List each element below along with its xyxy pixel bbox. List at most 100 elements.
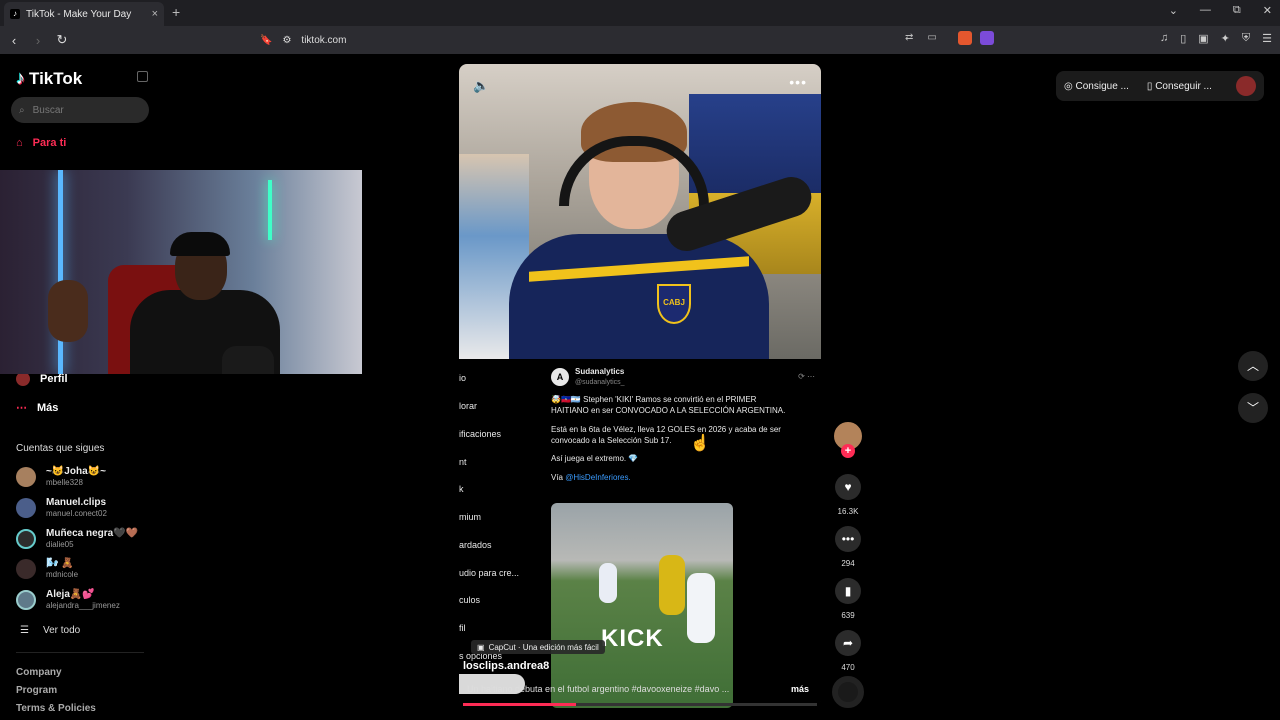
tiktok-logo[interactable]: ♪ TikTok — [16, 68, 82, 89]
tweet-paragraph: Así juega el extremo. 💎 — [551, 454, 639, 464]
music-disc-icon[interactable] — [832, 676, 864, 708]
like-count: 16.3K — [837, 507, 859, 516]
footer-company-link[interactable]: Company — [16, 667, 62, 678]
bookmark-icon: ▮ — [844, 584, 852, 598]
search-input[interactable]: ⌕ Buscar — [11, 97, 149, 123]
following-item[interactable]: ~😺Joha😺~ mbelle328 — [16, 467, 106, 487]
following-name: 🌬️ 🧸 — [46, 558, 74, 569]
address-bar[interactable]: 🔖 ⚙ tiktok.com — [256, 29, 1000, 51]
chevron-up-icon: ︿ — [1246, 359, 1259, 373]
avatar — [16, 590, 36, 610]
tweet-author-handle: @sudanalytics_ — [575, 378, 625, 386]
forward-button[interactable]: › — [28, 33, 48, 48]
video-progress-bar[interactable] — [463, 703, 817, 706]
new-tab-button[interactable]: + — [172, 4, 180, 20]
nav-for-you[interactable]: ⌂ Para ti — [16, 137, 66, 149]
video-player[interactable]: CABJ 🔈 ••• io lorar ificaciones nt k miu… — [459, 64, 821, 708]
following-name: Aleja🧸💕 — [46, 589, 95, 600]
get-app-button[interactable]: ▯ Conseguir ... — [1147, 81, 1212, 92]
menu-icon[interactable]: ☰ — [1262, 32, 1272, 45]
sidebar-toggle-icon[interactable]: ▯ — [1180, 32, 1186, 45]
footer-terms-link[interactable]: Terms & Policies — [16, 703, 96, 714]
chevron-down-icon: ﹀ — [1246, 401, 1259, 415]
footer-program-link[interactable]: Program — [16, 685, 57, 696]
brave-shield-icon[interactable] — [958, 31, 972, 45]
get-coins-label: Consigue ... — [1075, 80, 1129, 92]
nav-more[interactable]: ⋯ Más — [16, 401, 58, 415]
bookmark-icon[interactable]: 🔖 — [260, 35, 272, 46]
menu-fragment: nt — [459, 457, 467, 467]
browser-tab[interactable]: ♪ TikTok - Make Your Day × — [4, 2, 164, 26]
caption-more-button[interactable]: más — [791, 684, 809, 694]
tweet-via-link: @HisDeInferiores. — [565, 473, 631, 483]
previous-video-button[interactable]: ︿ — [1238, 351, 1268, 381]
vpn-icon[interactable]: ⛨ — [1242, 32, 1250, 45]
get-coins-button[interactable]: ◎ Consigue ... — [1064, 81, 1129, 92]
url-text: tiktok.com — [301, 34, 347, 46]
follow-plus-icon[interactable]: + — [841, 444, 855, 458]
video-author[interactable]: losclips.andrea8 — [463, 660, 549, 672]
user-avatar[interactable] — [1236, 76, 1256, 96]
logo-text: TikTok — [29, 68, 83, 88]
nav-for-you-label: Para ti — [32, 137, 67, 149]
following-handle: mdnicole — [46, 570, 79, 579]
tweet-author-name: Sudanalytics — [575, 367, 625, 376]
site-info-icon[interactable]: ⚙ — [282, 35, 291, 46]
comment-button[interactable]: ••• — [835, 526, 861, 552]
collapse-sidebar-icon[interactable] — [137, 71, 148, 82]
video-frame-bottom: io lorar ificaciones nt k mium ardados u… — [459, 359, 821, 708]
share-count: 470 — [841, 663, 855, 672]
nav-profile[interactable]: Perfil — [16, 372, 68, 386]
back-button[interactable]: ‹ — [4, 33, 24, 48]
volume-icon[interactable]: 🔈 — [473, 78, 489, 94]
webcam-overlay — [0, 170, 362, 374]
next-video-button[interactable]: ﹀ — [1238, 393, 1268, 423]
following-item[interactable]: Aleja🧸💕 alejandra___jimenez — [16, 590, 120, 610]
following-item[interactable]: Muñeca negra🖤🤎 dialie05 — [16, 529, 138, 549]
tab-title: TikTok - Make Your Day — [26, 8, 132, 20]
like-button[interactable]: ♥ — [835, 474, 861, 500]
more-options-icon[interactable]: ••• — [789, 74, 807, 90]
tab-search-icon[interactable]: ⌄ — [1169, 4, 1178, 17]
address-bar-actions: ⇄ ▭ — [905, 32, 937, 43]
following-handle: dialie05 — [46, 540, 74, 549]
following-item[interactable]: Manuel.clips manuel.conect02 — [16, 498, 107, 518]
tiktok-favicon-icon: ♪ — [10, 9, 20, 19]
coin-icon: ◎ — [1064, 80, 1073, 92]
brave-rewards-icon[interactable] — [980, 31, 994, 45]
host-shirt — [509, 234, 769, 359]
capcut-icon: ▣ — [477, 642, 485, 652]
reload-button[interactable]: ↻ — [52, 32, 72, 48]
menu-fragment: lorar — [459, 401, 478, 411]
maximize-button[interactable]: ⧉ — [1233, 4, 1241, 17]
image-overlay-text: KICK — [601, 625, 664, 652]
tab-close-icon[interactable]: × — [152, 8, 158, 20]
menu-fragment: k — [459, 484, 464, 494]
see-all-link[interactable]: ☰ Ver todo — [20, 625, 80, 636]
player-figure — [659, 555, 685, 615]
media-icon[interactable]: ♫ — [1160, 32, 1168, 45]
list-icon: ☰ — [20, 625, 29, 636]
translate-icon[interactable]: ⇄ — [905, 32, 913, 43]
more-dots-icon: ⋯ — [16, 402, 27, 414]
leo-ai-icon[interactable]: ✦ — [1221, 32, 1230, 45]
hand-cursor-icon: ☝ — [690, 435, 710, 452]
avatar — [16, 467, 36, 487]
tweet-via: Vía @HisDeInferiores. — [551, 473, 791, 484]
capcut-badge[interactable]: ▣ CapCut · Una edición más fácil — [471, 640, 605, 654]
extensions — [958, 31, 994, 45]
video-progress-fill — [463, 703, 577, 706]
microphone — [222, 346, 274, 374]
avatar — [16, 529, 36, 549]
following-name: Muñeca negra🖤🤎 — [46, 528, 139, 539]
minimize-button[interactable]: — — [1200, 4, 1211, 17]
tweet-avatar: A — [551, 368, 569, 387]
following-item[interactable]: 🌬️ 🧸 mdnicole — [16, 559, 78, 579]
toolbar-right-tools: ♫ ▯ ▣ ✦ ⛨ ☰ — [1160, 32, 1272, 45]
close-window-button[interactable]: ✕ — [1263, 4, 1272, 17]
wallet-icon[interactable]: ▣ — [1198, 32, 1208, 45]
cast-icon[interactable]: ▭ — [927, 32, 936, 43]
heart-icon: ♥ — [844, 480, 852, 494]
share-button[interactable]: ➦ — [835, 630, 861, 656]
save-button[interactable]: ▮ — [835, 578, 861, 604]
